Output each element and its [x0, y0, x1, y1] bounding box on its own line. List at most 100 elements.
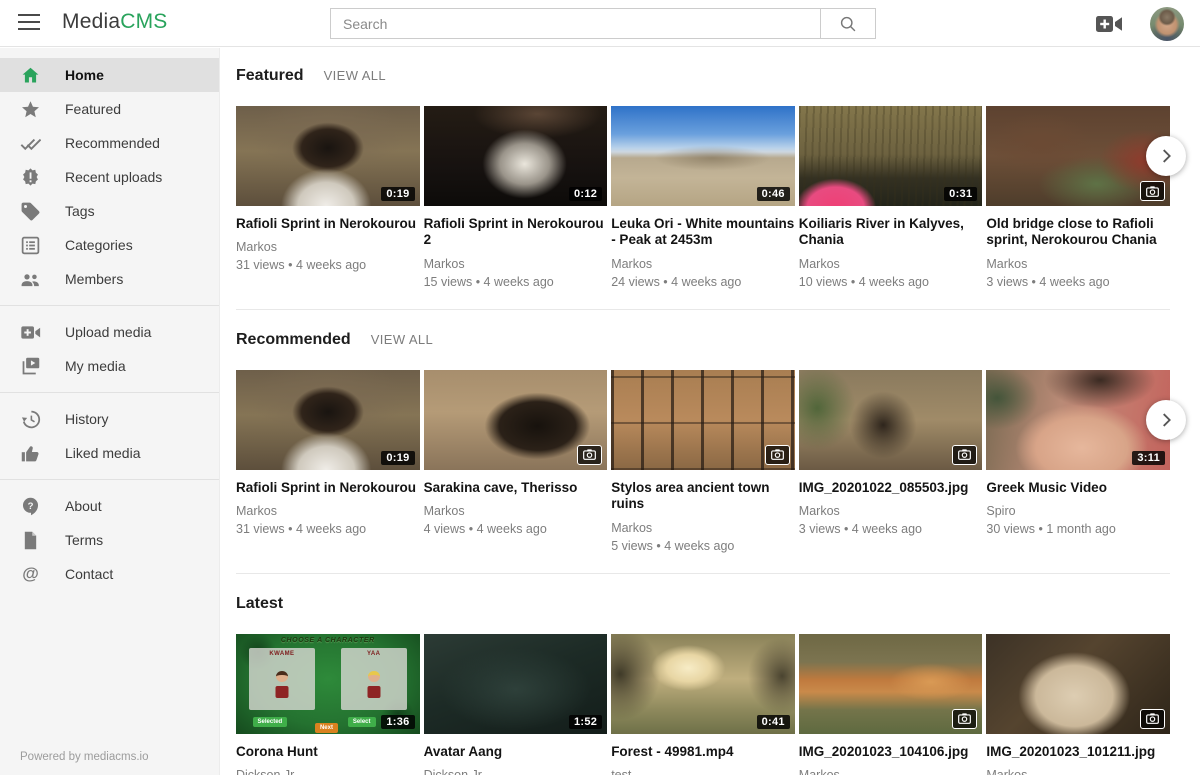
media-card[interactable]: 3:11 Greek Music Video Spiro 30 views • …: [986, 370, 1170, 553]
media-title[interactable]: Rafioli Sprint in Nerokourou 2: [424, 216, 608, 249]
sidebar-item-history[interactable]: History: [0, 402, 219, 436]
media-title[interactable]: IMG_20201023_104106.jpg: [799, 744, 983, 760]
camera-icon: [958, 713, 971, 724]
media-card[interactable]: Stylos area ancient town ruins Markos 5 …: [611, 370, 795, 553]
thumb-selected-button: Selected: [253, 717, 288, 727]
media-card[interactable]: Sarakina cave, Therisso Markos 4 views •…: [424, 370, 608, 553]
video-thumbnail[interactable]: 0:41: [611, 634, 795, 734]
user-avatar[interactable]: [1150, 7, 1184, 41]
media-title[interactable]: Leuka Ori - White mountains - Peak at 24…: [611, 216, 795, 249]
media-title[interactable]: Forest - 49981.mp4: [611, 744, 795, 760]
video-thumbnail[interactable]: CHOOSE A CHARACTER KWAME YAA Selected: [236, 634, 420, 734]
media-card[interactable]: IMG_20201022_085503.jpg Markos 3 views •…: [799, 370, 983, 553]
image-thumbnail[interactable]: [986, 106, 1170, 206]
header-actions: [1096, 0, 1200, 47]
view-all-link[interactable]: VIEW ALL: [324, 68, 386, 83]
view-all-link[interactable]: VIEW ALL: [371, 332, 433, 347]
media-meta: 4 views • 4 weeks ago: [424, 522, 608, 536]
image-thumbnail[interactable]: [799, 634, 983, 734]
video-thumbnail[interactable]: 0:46: [611, 106, 795, 206]
video-thumbnail[interactable]: 0:19: [236, 106, 420, 206]
media-author[interactable]: Spiro: [986, 504, 1170, 518]
media-author[interactable]: Markos: [799, 768, 983, 775]
media-title[interactable]: IMG_20201023_101211.jpg: [986, 744, 1170, 760]
sidebar-item-terms[interactable]: Terms: [0, 523, 219, 557]
sidebar-item-recent-uploads[interactable]: Recent uploads: [0, 160, 219, 194]
sidebar-item-liked-media[interactable]: Liked media: [0, 436, 219, 470]
duration-badge: 3:11: [1132, 451, 1165, 465]
media-author[interactable]: Markos: [611, 257, 795, 271]
image-thumbnail[interactable]: [799, 370, 983, 470]
media-title[interactable]: Sarakina cave, Therisso: [424, 480, 608, 496]
media-title[interactable]: Avatar Aang: [424, 744, 608, 760]
sidebar-item-upload-media[interactable]: Upload media: [0, 315, 219, 349]
media-card[interactable]: CHOOSE A CHARACTER KWAME YAA Selected: [236, 634, 420, 775]
sidebar-item-contact[interactable]: @ Contact: [0, 557, 219, 591]
image-thumbnail[interactable]: [986, 634, 1170, 734]
powered-by-link[interactable]: Powered by mediacms.io: [20, 751, 148, 763]
media-card[interactable]: 1:52 Avatar Aang Dickson Jr. 12 views • …: [424, 634, 608, 775]
media-author[interactable]: Markos: [611, 521, 795, 535]
home-icon: [20, 65, 41, 86]
upload-media-icon[interactable]: [1096, 14, 1122, 34]
media-author[interactable]: Markos: [424, 257, 608, 271]
camera-icon: [583, 449, 596, 460]
media-card[interactable]: 0:41 Forest - 49981.mp4 test 17 views • …: [611, 634, 795, 775]
sidebar-item-my-media[interactable]: History My media: [0, 349, 219, 383]
sidebar-item-about[interactable]: ? About: [0, 489, 219, 523]
thumb-character-name: KWAME: [249, 651, 315, 657]
sidebar-item-tags[interactable]: Tags: [0, 194, 219, 228]
media-title[interactable]: Koiliaris River in Kalyves, Chania: [799, 216, 983, 249]
media-title[interactable]: Rafioli Sprint in Nerokourou: [236, 216, 420, 232]
hamburger-menu-icon[interactable]: [18, 14, 40, 30]
media-author[interactable]: Markos: [424, 504, 608, 518]
section-recommended: Recommended VIEW ALL 0:19 Rafioli Sprint…: [236, 331, 1170, 574]
media-author[interactable]: test: [611, 768, 795, 775]
media-card[interactable]: IMG_20201023_101211.jpg Markos 4 views •…: [986, 634, 1170, 775]
sidebar-item-members[interactable]: Members: [0, 262, 219, 296]
sidebar-item-label: Members: [65, 271, 123, 287]
media-card[interactable]: 0:46 Leuka Ori - White mountains - Peak …: [611, 106, 795, 289]
media-card[interactable]: IMG_20201023_104106.jpg Markos 4 views •…: [799, 634, 983, 775]
video-thumbnail[interactable]: 3:11: [986, 370, 1170, 470]
media-author[interactable]: Markos: [986, 768, 1170, 775]
media-title[interactable]: Stylos area ancient town ruins: [611, 480, 795, 513]
media-title[interactable]: Greek Music Video: [986, 480, 1170, 496]
image-thumbnail[interactable]: [611, 370, 795, 470]
video-thumbnail[interactable]: 1:52: [424, 634, 608, 734]
media-title[interactable]: Corona Hunt: [236, 744, 420, 760]
video-thumbnail[interactable]: 0:19: [236, 370, 420, 470]
next-arrow-button[interactable]: [1146, 400, 1186, 440]
logo[interactable]: MediaCMS: [62, 10, 167, 34]
media-author[interactable]: Markos: [236, 504, 420, 518]
video-thumbnail[interactable]: 0:12: [424, 106, 608, 206]
media-author[interactable]: Dickson Jr.: [424, 768, 608, 775]
media-author[interactable]: Markos: [799, 257, 983, 271]
sidebar-item-recommended[interactable]: Recommended: [0, 126, 219, 160]
media-card[interactable]: 0:31 Koiliaris River in Kalyves, Chania …: [799, 106, 983, 289]
media-title[interactable]: IMG_20201022_085503.jpg: [799, 480, 983, 496]
next-arrow-button[interactable]: [1146, 136, 1186, 176]
media-title[interactable]: Old bridge close to Rafioli sprint, Nero…: [986, 216, 1170, 249]
image-thumbnail[interactable]: [424, 370, 608, 470]
latest-grid: CHOOSE A CHARACTER KWAME YAA Selected: [236, 634, 1170, 775]
media-author[interactable]: Dickson Jr.: [236, 768, 420, 775]
sidebar-item-categories[interactable]: Categories: [0, 228, 219, 262]
media-title[interactable]: Rafioli Sprint in Nerokourou: [236, 480, 420, 496]
search-button[interactable]: [820, 8, 876, 39]
star-icon: [20, 99, 41, 120]
media-card[interactable]: Old bridge close to Rafioli sprint, Nero…: [986, 106, 1170, 289]
sidebar-item-featured[interactable]: Featured: [0, 92, 219, 126]
media-author[interactable]: Markos: [799, 504, 983, 518]
media-author[interactable]: Markos: [986, 257, 1170, 271]
chevron-right-icon: [1155, 145, 1177, 167]
media-card[interactable]: 0:12 Rafioli Sprint in Nerokourou 2 Mark…: [424, 106, 608, 289]
section-featured: Featured VIEW ALL 0:19 Rafioli Sprint in…: [236, 67, 1170, 310]
media-card[interactable]: 0:19 Rafioli Sprint in Nerokourou Markos…: [236, 106, 420, 289]
video-thumbnail[interactable]: 0:31: [799, 106, 983, 206]
sidebar-item-label: Home: [65, 67, 104, 83]
search-input[interactable]: [330, 8, 820, 39]
sidebar-item-home[interactable]: Home: [0, 58, 219, 92]
media-card[interactable]: 0:19 Rafioli Sprint in Nerokourou Markos…: [236, 370, 420, 553]
media-author[interactable]: Markos: [236, 240, 420, 254]
